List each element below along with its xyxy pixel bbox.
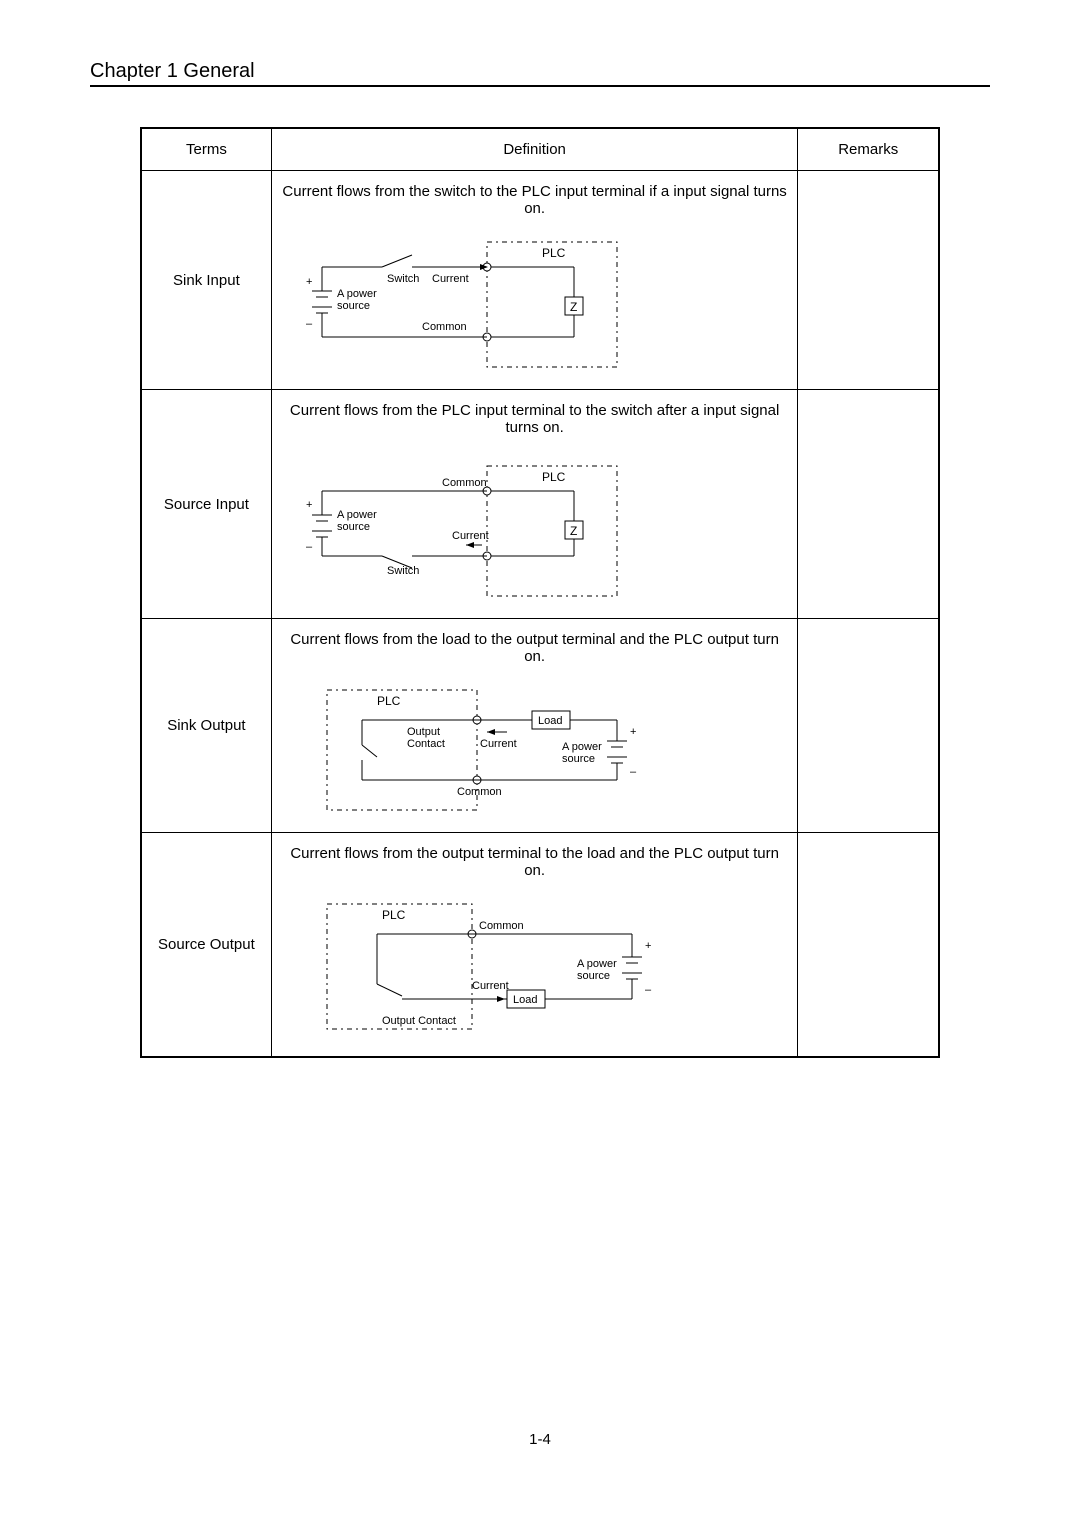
definition-text: Current flows from the switch to the PLC…: [282, 183, 786, 217]
th-remarks: Remarks: [798, 128, 939, 171]
definition-text: Current flows from the PLC input termina…: [290, 402, 779, 436]
table-row: Sink Output Current flows from the load …: [141, 619, 939, 833]
svg-text:A power: A power: [337, 509, 377, 521]
page-number: 1-4: [0, 1431, 1080, 1448]
remarks-cell: [798, 171, 939, 390]
svg-text:A power: A power: [562, 741, 602, 753]
definitions-table: Terms Definition Remarks Sink Input Curr…: [140, 127, 940, 1058]
term-cell: Source Output: [141, 833, 271, 1058]
definition-text: Current flows from the load to the outpu…: [290, 631, 779, 665]
svg-text:–: –: [645, 984, 652, 996]
svg-text:Z: Z: [570, 524, 577, 538]
svg-text:A power: A power: [337, 288, 377, 300]
svg-text:source: source: [577, 970, 610, 982]
svg-text:Common: Common: [422, 321, 467, 333]
table-row: Sink Input Current flows from the switch…: [141, 171, 939, 390]
term-cell: Sink Input: [141, 171, 271, 390]
sink-input-diagram: PLC Z S: [282, 227, 732, 377]
svg-text:Current: Current: [452, 530, 489, 542]
definition-cell: Current flows from the PLC input termina…: [271, 390, 798, 619]
definition-cell: Current flows from the switch to the PLC…: [271, 171, 798, 390]
sink-output-diagram: PLC Output Contact Current: [282, 675, 732, 820]
svg-text:Common: Common: [479, 920, 524, 932]
svg-text:source: source: [562, 753, 595, 765]
svg-text:Common: Common: [442, 477, 487, 489]
svg-text:+: +: [306, 276, 312, 288]
definition-text: Current flows from the output terminal t…: [290, 845, 779, 879]
remarks-cell: [798, 619, 939, 833]
term-cell: Source Input: [141, 390, 271, 619]
svg-text:Output Contact: Output Contact: [382, 1015, 456, 1027]
th-definition: Definition: [271, 128, 798, 171]
source-output-diagram: PLC Common Output Contact: [282, 889, 732, 1044]
svg-text:Output: Output: [407, 726, 440, 738]
table-row: Source Output Current flows from the out…: [141, 833, 939, 1058]
svg-text:PLC: PLC: [377, 694, 401, 708]
svg-text:–: –: [306, 318, 313, 330]
svg-text:Current: Current: [472, 980, 509, 992]
svg-text:Common: Common: [457, 786, 502, 798]
remarks-cell: [798, 390, 939, 619]
svg-text:Switch: Switch: [387, 565, 419, 577]
definition-cell: Current flows from the load to the outpu…: [271, 619, 798, 833]
svg-text:PLC: PLC: [382, 908, 406, 922]
term-cell: Sink Output: [141, 619, 271, 833]
svg-text:Contact: Contact: [407, 738, 445, 750]
svg-text:+: +: [645, 940, 651, 952]
svg-text:Load: Load: [513, 994, 537, 1006]
svg-text:Z: Z: [570, 300, 577, 314]
remarks-cell: [798, 833, 939, 1058]
svg-text:Load: Load: [538, 715, 562, 727]
svg-text:source: source: [337, 521, 370, 533]
source-input-diagram: PLC Z Common: [282, 446, 732, 606]
definition-cell: Current flows from the output terminal t…: [271, 833, 798, 1058]
svg-text:PLC: PLC: [542, 470, 566, 484]
th-terms: Terms: [141, 128, 271, 171]
chapter-title: Chapter 1 General: [90, 60, 990, 87]
svg-text:+: +: [306, 499, 312, 511]
svg-text:+: +: [630, 726, 636, 738]
svg-text:Current: Current: [432, 273, 469, 285]
svg-text:A power: A power: [577, 958, 617, 970]
svg-text:Switch: Switch: [387, 273, 419, 285]
svg-text:Current: Current: [480, 738, 517, 750]
svg-text:–: –: [630, 766, 637, 778]
svg-text:–: –: [306, 541, 313, 553]
svg-text:PLC: PLC: [542, 246, 566, 260]
svg-text:source: source: [337, 300, 370, 312]
table-row: Source Input Current flows from the PLC …: [141, 390, 939, 619]
